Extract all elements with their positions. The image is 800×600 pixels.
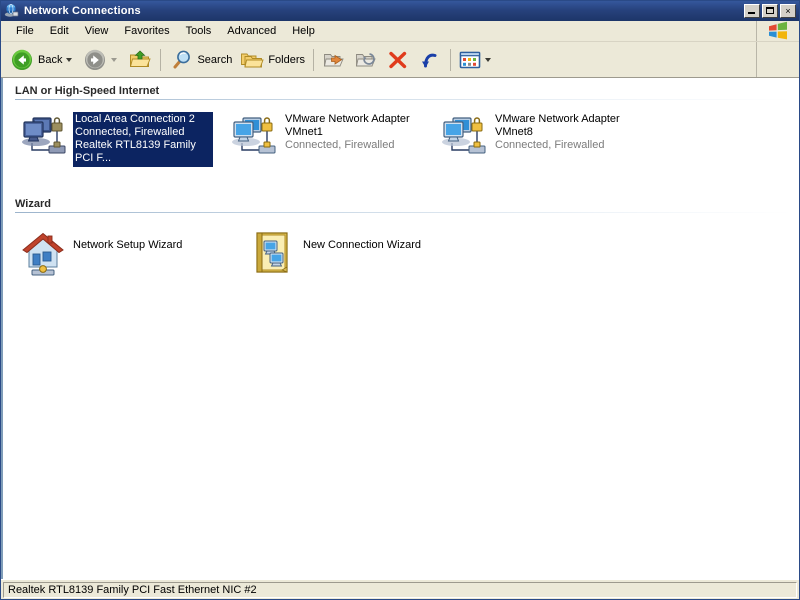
connection-name: Local Area Connection 2 [75,113,195,125]
lan-connection-firewalled-icon [439,112,489,160]
toolbar-separator [450,48,452,71]
connection-name-second-line: VMnet8 [495,126,533,138]
up-button[interactable] [124,45,156,75]
views-dropdown-chevron-icon[interactable] [485,57,492,62]
wizard-item-network-setup-wizard[interactable]: Network Setup Wizard [3,221,233,277]
menu-bar: File Edit View Favorites Tools Advanced … [1,21,799,42]
menu-help[interactable]: Help [284,23,323,40]
folders-label: Folders [268,53,306,66]
maximize-button[interactable] [762,4,778,18]
move-to-button[interactable] [318,45,350,75]
network-setup-wizard-icon [19,227,67,277]
new-connection-wizard-icon [249,227,297,277]
close-icon: × [785,5,791,16]
back-dropdown-chevron-icon[interactable] [66,57,73,62]
connection-text-block: VMware Network Adapter VMnet8 Connected,… [493,112,622,154]
window-controls: × [744,4,796,18]
copy-to-folder-icon [354,48,378,72]
connection-status: Connected, Firewalled [495,139,605,151]
connection-name: VMware Network Adapter [285,113,410,125]
up-folder-icon [128,48,152,72]
connection-item-local-area-connection-2[interactable]: Local Area Connection 2 Connected, Firew… [3,108,213,167]
toolbar-separator [313,48,315,71]
back-label: Back [38,53,63,66]
menu-file[interactable]: File [8,23,42,40]
forward-dropdown-chevron-icon[interactable] [111,57,118,62]
folders-button[interactable]: Folders [236,45,309,75]
close-button[interactable]: × [780,4,796,18]
menu-favorites[interactable]: Favorites [116,23,177,40]
group-header-wizard: Wizard [15,198,51,210]
group-lan: LAN or High-Speed Internet Local Area Co… [3,78,798,167]
title-bar[interactable]: Network Connections × [1,1,799,21]
undo-icon [418,48,442,72]
menu-view[interactable]: View [77,23,117,40]
connection-name: VMware Network Adapter [495,113,620,125]
window-title: Network Connections [24,5,141,17]
connection-device: Realtek RTL8139 Family PCI F... [75,139,196,164]
lan-connection-firewalled-icon [229,112,279,160]
undo-button[interactable] [414,45,446,75]
search-button[interactable]: Search [165,45,236,75]
windows-flag-icon [756,21,799,41]
connection-item-vmnet1[interactable]: VMware Network Adapter VMnet1 Connected,… [213,108,423,160]
minimize-button[interactable] [744,4,760,18]
forward-button[interactable] [79,45,124,75]
connections-list: LAN or High-Speed Internet Local Area Co… [1,78,799,579]
lan-connection-firewalled-icon [19,112,69,160]
forward-arrow-icon [83,48,107,72]
views-icon [459,50,481,70]
delete-button[interactable] [382,45,414,75]
menu-tools[interactable]: Tools [178,23,220,40]
connection-status: Connected, Firewalled [75,126,185,138]
wizard-label: Network Setup Wizard [73,239,183,251]
search-label: Search [197,53,233,66]
copy-to-button[interactable] [350,45,382,75]
wizard-label: New Connection Wizard [303,239,421,251]
status-bar: Realtek RTL8139 Family PCI Fast Ethernet… [1,579,799,599]
wizard-items-row: Network Setup Wizard New Connection Wiza… [3,213,798,277]
menu-edit[interactable]: Edit [42,23,77,40]
delete-icon [386,48,410,72]
back-arrow-icon [10,48,34,72]
connection-item-vmnet8[interactable]: VMware Network Adapter VMnet8 Connected,… [423,108,633,160]
toolbar-separator [160,48,162,71]
connection-status: Connected, Firewalled [285,139,395,151]
toolbar-brand-strip [756,42,799,77]
network-connections-window: Network Connections × File Edit View Fav… [0,0,800,600]
menu-advanced[interactable]: Advanced [219,23,284,40]
wizard-item-new-connection-wizard[interactable]: New Connection Wizard [233,221,463,277]
connection-name-second-line: VMnet1 [285,126,323,138]
views-button[interactable] [455,45,498,75]
move-to-folder-icon [322,48,346,72]
connection-text-block: VMware Network Adapter VMnet1 Connected,… [283,112,412,154]
group-wizard: Wizard Network Setup Wizard New Connecti… [3,191,798,277]
connection-text-block: Local Area Connection 2 Connected, Firew… [73,112,213,167]
folders-icon [240,48,264,72]
lan-items-row: Local Area Connection 2 Connected, Firew… [3,100,798,167]
back-button[interactable]: Back [6,45,79,75]
toolbar: Back Search Folders [1,42,799,78]
search-icon [169,48,193,72]
group-header-lan: LAN or High-Speed Internet [15,85,160,97]
status-bar-text: Realtek RTL8139 Family PCI Fast Ethernet… [3,581,797,598]
network-connections-icon [4,3,20,19]
